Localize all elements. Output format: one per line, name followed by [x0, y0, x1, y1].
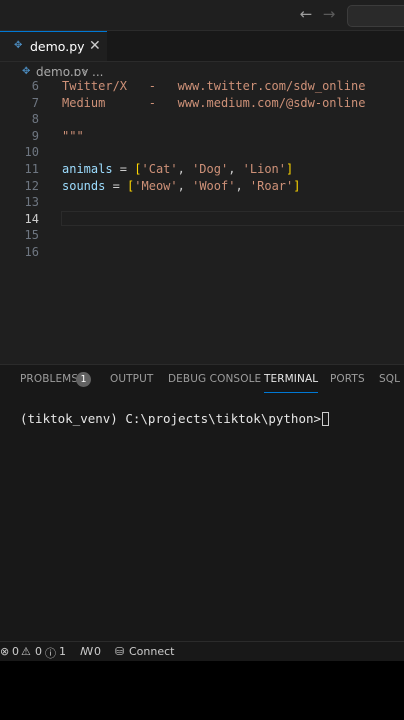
- tab-debug-console[interactable]: DEBUG CONSOLE: [168, 373, 261, 385]
- line-number: 10: [24, 145, 39, 160]
- current-line-highlight: [61, 210, 404, 226]
- code-text: Twitter/X - www.twitter.com/sdw_online: [62, 78, 365, 95]
- code-token: 'Dog': [192, 162, 229, 176]
- code-token: ]: [286, 162, 294, 176]
- code-token: =: [112, 162, 135, 176]
- connect-button[interactable]: Connect: [129, 645, 174, 658]
- info-icon[interactable]: ⓘ: [45, 645, 56, 661]
- code-token: [: [134, 162, 142, 176]
- line-number: 6: [31, 79, 39, 93]
- code-text: sounds = ['Meow', 'Woof', 'Roar']: [62, 178, 301, 195]
- code-token: Twitter/X - www.twitter.com/sdw_online: [62, 79, 366, 93]
- line-number: 12: [24, 178, 39, 193]
- code-token: 'Cat': [141, 162, 178, 176]
- terminal-prompt-line[interactable]: (tiktok_venv) C:\projects\tiktok\python>: [20, 411, 330, 426]
- code-token: """: [62, 128, 84, 143]
- code-token: ,: [228, 162, 243, 176]
- forward-arrow-icon[interactable]: →: [321, 6, 337, 22]
- code-text: """: [62, 128, 84, 145]
- line-number: 9: [31, 128, 39, 143]
- code-line[interactable]: 9 """: [0, 128, 404, 145]
- ports-count[interactable]: 0: [94, 645, 101, 658]
- code-token: sounds: [62, 178, 106, 193]
- tab-label: demo.py: [30, 39, 85, 54]
- line-number: 14: [24, 211, 39, 226]
- close-icon[interactable]: ✕: [89, 38, 101, 54]
- line-number: 11: [24, 162, 39, 176]
- tab-terminal[interactable]: TERMINAL: [264, 373, 319, 393]
- terminal-cursor: [322, 412, 330, 426]
- line-number: 7: [31, 95, 39, 110]
- line-number: 16: [24, 245, 39, 259]
- warning-count[interactable]: 0: [35, 645, 42, 658]
- bottom-panel: PROBLEMS 1 OUTPUT DEBUG CONSOLE TERMINAL…: [0, 364, 404, 642]
- line-number: 13: [24, 195, 39, 210]
- tab-output[interactable]: OUTPUT: [110, 373, 153, 385]
- code-token: ]: [293, 178, 301, 193]
- code-token: =: [105, 178, 128, 193]
- line-number: 15: [24, 228, 39, 243]
- error-icon[interactable]: ⊗: [0, 645, 9, 658]
- code-line[interactable]: 16: [0, 244, 404, 261]
- tab-ports[interactable]: PORTS: [330, 373, 365, 385]
- info-count[interactable]: 1: [59, 645, 66, 658]
- code-text: Medium - www.medium.com/@sdw-online: [62, 95, 365, 112]
- code-line[interactable]: 12 sounds = ['Meow', 'Woof', 'Roar']: [0, 178, 404, 195]
- code-line[interactable]: 6 Twitter/X - www.twitter.com/sdw_online: [0, 78, 404, 95]
- tab-problems[interactable]: PROBLEMS: [20, 373, 78, 385]
- warning-icon[interactable]: ⚠: [21, 645, 31, 658]
- tab-demo-py[interactable]: ✥ demo.py ✕: [0, 31, 107, 61]
- code-line[interactable]: 13: [0, 194, 404, 211]
- tab-sql-console[interactable]: SQL C: [379, 373, 404, 385]
- title-bar: ← →: [0, 0, 404, 31]
- terminal-prompt: (tiktok_venv) C:\projects\tiktok\python>: [20, 411, 322, 426]
- code-token: animals: [62, 162, 113, 176]
- code-line[interactable]: 10: [0, 144, 404, 161]
- command-center-search[interactable]: [347, 5, 404, 27]
- code-text: animals = ['Cat', 'Dog', 'Lion']: [62, 161, 293, 178]
- code-token: Medium - www.medium.com/@sdw-online: [62, 95, 366, 110]
- code-token: 'Woof': [192, 178, 236, 193]
- error-count[interactable]: 0: [12, 645, 19, 658]
- status-bar: ⊗ 0 ⚠ 0 ⓘ 1 ꟿ 0 ⛁ Connect: [0, 641, 404, 661]
- code-token: 'Lion': [242, 162, 287, 176]
- code-line[interactable]: 11 animals = ['Cat', 'Dog', 'Lion']: [0, 161, 404, 178]
- back-arrow-icon[interactable]: ←: [298, 6, 314, 22]
- database-icon[interactable]: ⛁: [115, 645, 124, 658]
- code-token: 'Roar': [249, 178, 294, 193]
- code-line[interactable]: 14: [0, 210, 404, 228]
- code-editor[interactable]: 6 Twitter/X - www.twitter.com/sdw_online 7…: [0, 76, 404, 364]
- code-line[interactable]: 8: [0, 111, 404, 128]
- code-token: ,: [177, 178, 193, 193]
- code-line[interactable]: 7 Medium - www.medium.com/@sdw-online: [0, 95, 404, 112]
- ports-icon[interactable]: ꟿ: [80, 645, 93, 658]
- code-token: 'Meow': [134, 178, 178, 193]
- line-number: 8: [31, 112, 39, 127]
- code-line[interactable]: 15: [0, 227, 404, 244]
- code-token: ,: [177, 162, 193, 176]
- editor-tab-bar: ✥ demo.py ✕: [0, 31, 404, 62]
- problems-count-badge: 1: [76, 372, 91, 387]
- python-file-icon: ✥: [14, 40, 23, 51]
- code-token: ,: [235, 178, 250, 193]
- blank-area: [0, 661, 404, 720]
